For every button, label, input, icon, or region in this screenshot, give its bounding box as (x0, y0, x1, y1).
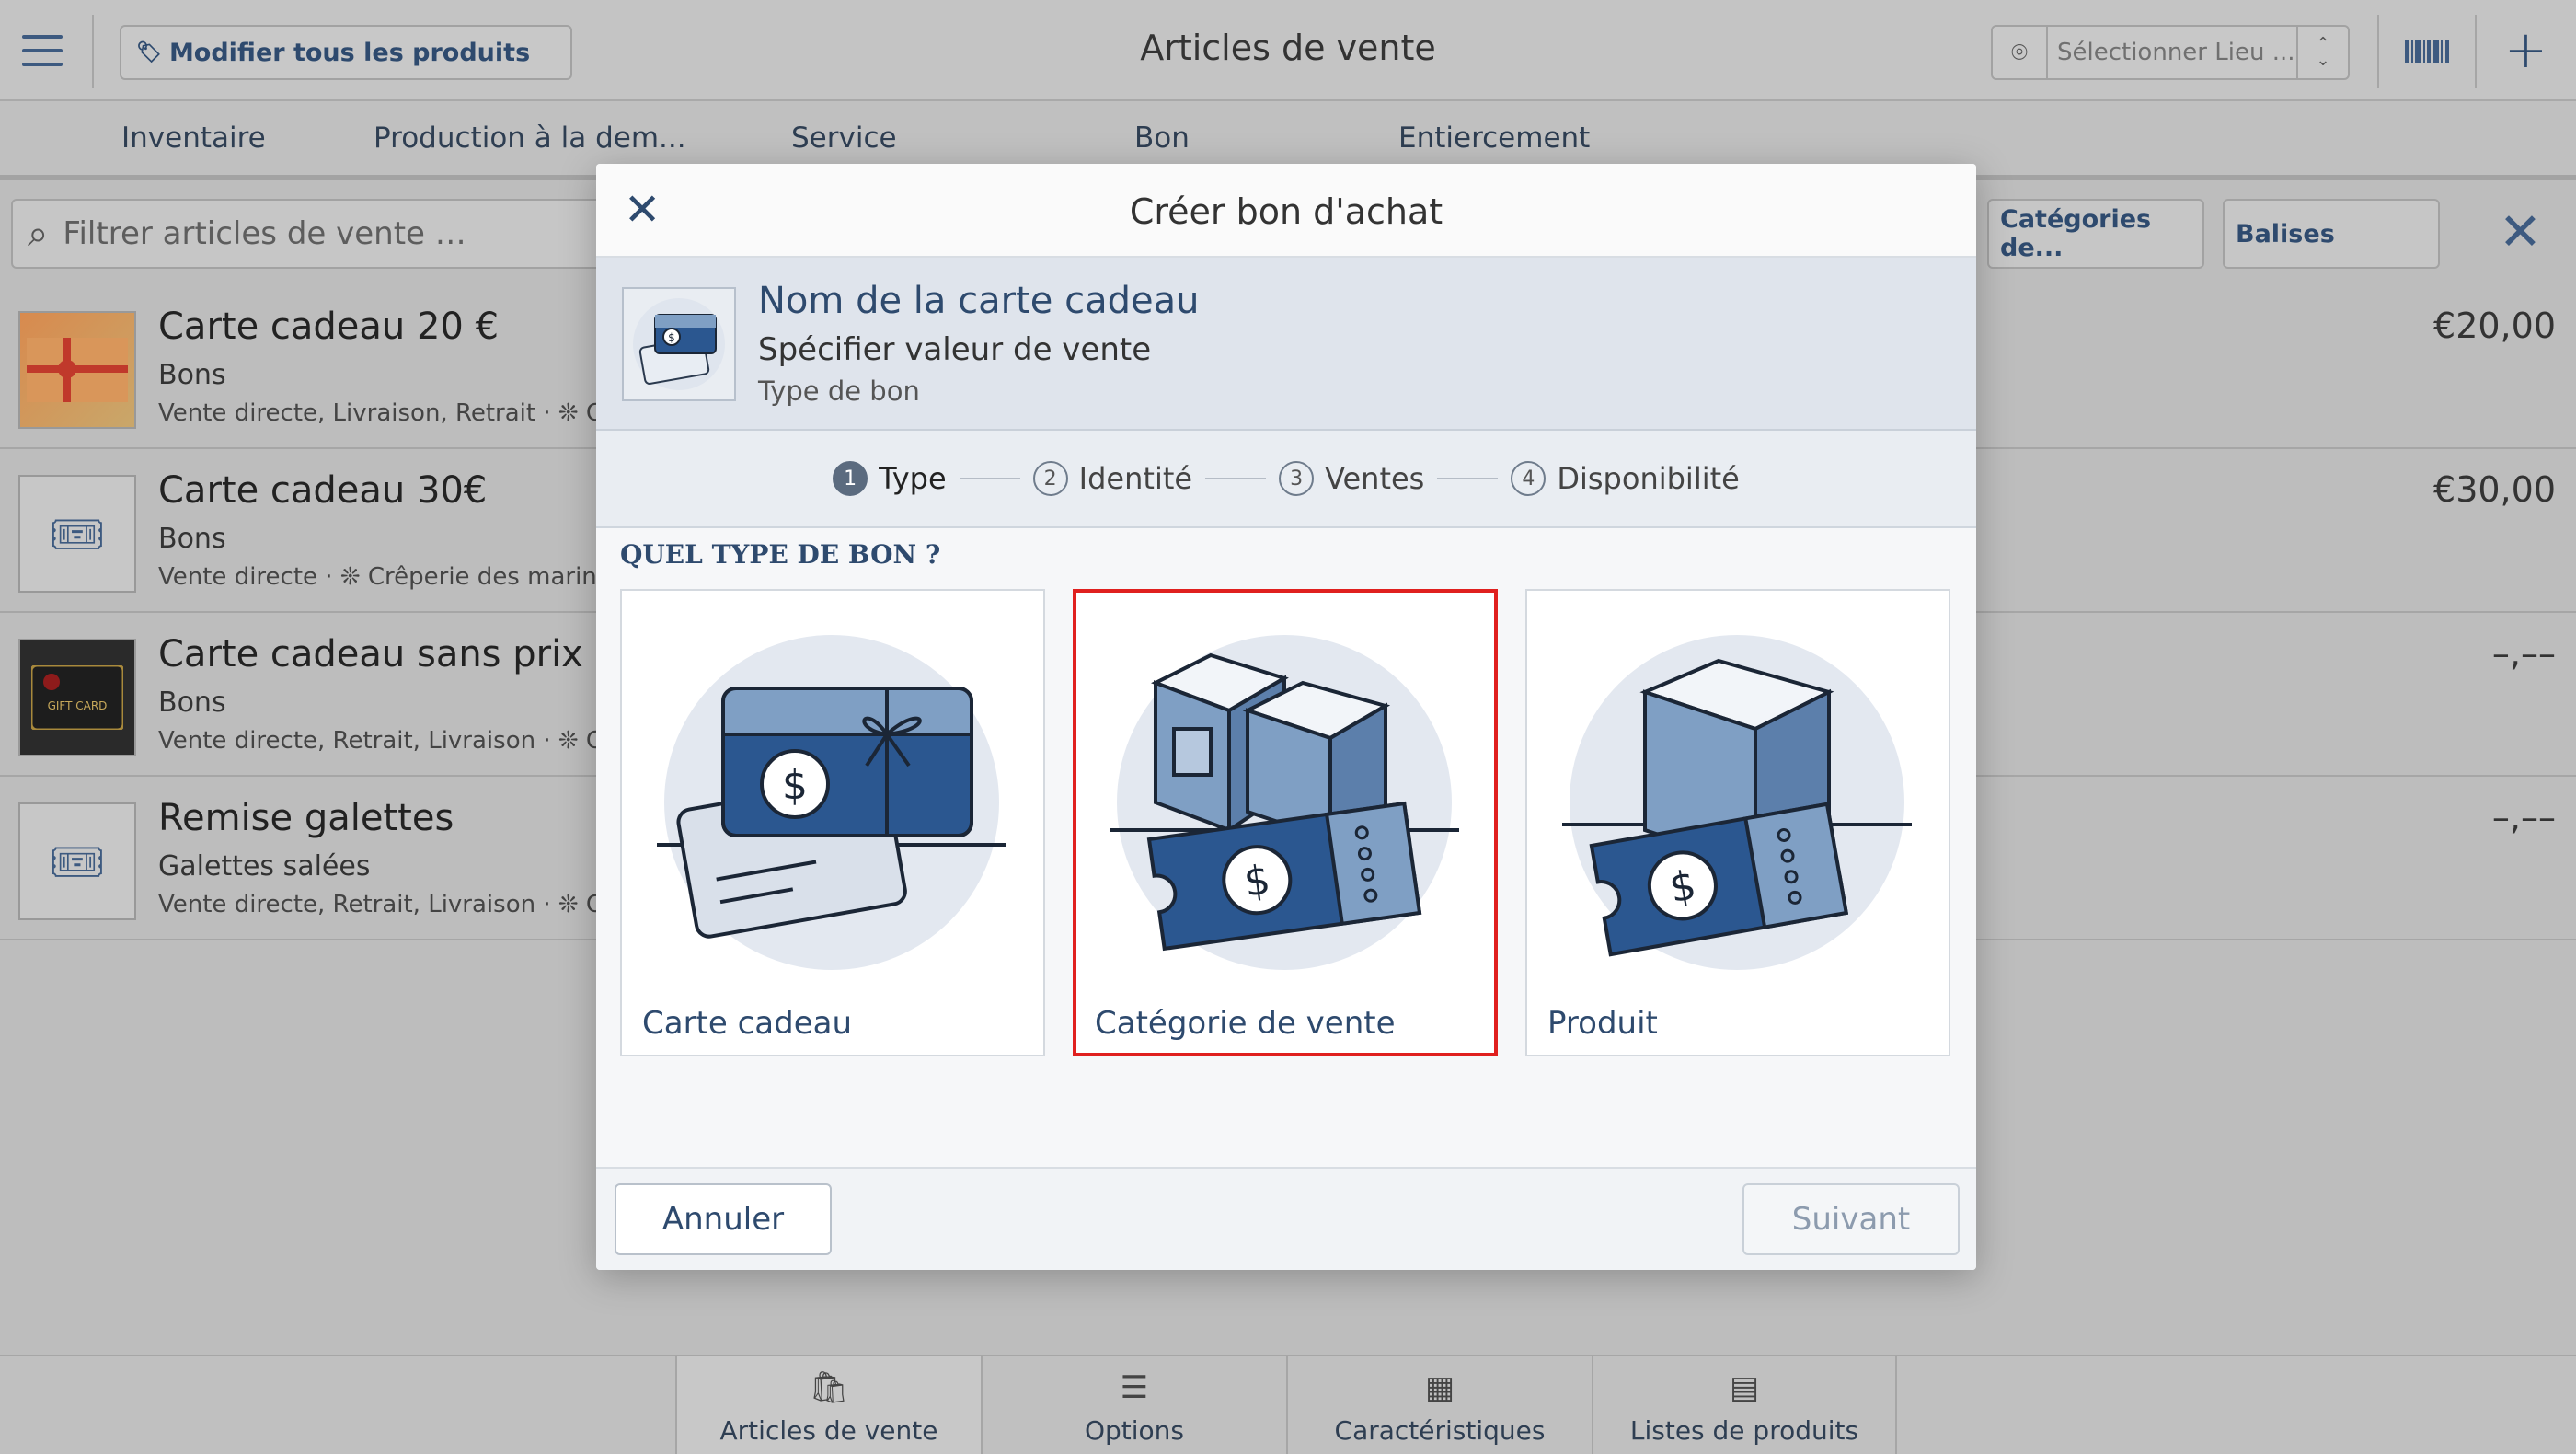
step-connector (959, 478, 1020, 479)
cancel-button[interactable]: Annuler (615, 1183, 832, 1255)
divider (2475, 15, 2477, 88)
product-illustration-icon: $ (1562, 628, 1912, 977)
filter-placeholder: Filtrer articles de vente … (63, 215, 466, 252)
step-connector (1437, 478, 1499, 479)
sales-items-icon: 🛍 (809, 1369, 849, 1406)
nav-label: Options (1084, 1415, 1185, 1446)
wizard-steps: 1 Type 2 Identité 3 Ventes 4 Disponibili… (596, 431, 1976, 528)
create-voucher-dialog: ✕ Créer bon d'achat $ Nom de la carte ca… (596, 164, 1976, 1270)
svg-text:$: $ (668, 331, 675, 344)
boxes-icon: ▦ (1424, 1369, 1455, 1406)
step-identite: 2 Identité (1032, 461, 1193, 496)
next-button[interactable]: Suivant (1742, 1183, 1960, 1255)
location-placeholder: Sélectionner Lieu ...... (2057, 39, 2296, 66)
tab-entiercement[interactable]: Entiercement (1398, 121, 1590, 155)
option-sales-category[interactable]: $ Catégorie de vente (1073, 589, 1498, 1056)
nav-listes-de-produits[interactable]: ▤ Listes de produits (1592, 1356, 1897, 1454)
top-bar: 🏷 Modifier tous les produits Articles de… (0, 0, 2576, 101)
clear-filter-icon[interactable]: ✕ (2499, 202, 2542, 262)
divider (2377, 15, 2379, 88)
tab-production[interactable]: Production à la dem... (374, 121, 686, 155)
item-category: Bons (158, 523, 226, 555)
voucher-summary: $ Nom de la carte cadeau Spécifier valeu… (596, 258, 1976, 431)
item-meta: Vente directe, Retrait, Livraison · ❊ Cr (158, 727, 600, 755)
option-product[interactable]: $ Produit (1525, 589, 1950, 1056)
card-name: Nom de la carte cadeau (758, 280, 1200, 322)
nav-label: Caractéristiques (1334, 1415, 1546, 1446)
option-gift-card[interactable]: $ Carte cadeau (620, 589, 1045, 1056)
nav-caracteristiques[interactable]: ▦ Caractéristiques (1286, 1356, 1592, 1454)
edit-all-label: Modifier tous les produits (168, 38, 531, 67)
sale-value-label: Spécifier valeur de vente (758, 331, 1152, 368)
product-list-icon: ▤ (1729, 1369, 1760, 1406)
dialog-footer: Annuler Suivant (596, 1167, 1976, 1270)
item-category: Bons (158, 687, 226, 719)
tab-inventaire[interactable]: Inventaire (121, 121, 266, 155)
step-label: Disponibilité (1557, 461, 1740, 496)
svg-text:$: $ (782, 762, 808, 809)
nav-options[interactable]: ☰ Options (981, 1356, 1286, 1454)
barcode-icon[interactable] (2405, 31, 2449, 72)
item-meta: Vente directe · ❊ Crêperie des marins (158, 563, 600, 591)
step-label: Type (879, 461, 947, 496)
item-name: Carte cadeau 20 € (158, 306, 500, 348)
svg-text:GIFT CARD: GIFT CARD (48, 699, 108, 712)
step-number: 4 (1511, 461, 1547, 496)
categories-filter-chip[interactable]: Catégories de... (1987, 199, 2204, 269)
nav-label: Listes de produits (1629, 1415, 1859, 1446)
option-label: Catégorie de vente (1095, 1005, 1396, 1042)
step-type: 1 Type (833, 461, 947, 496)
item-meta: Vente directe, Livraison, Retrait · ❊ Cr (158, 399, 600, 427)
item-price: €30,00 (2433, 469, 2556, 510)
bottom-nav: 🛍 Articles de vente ☰ Options ▦ Caractér… (0, 1355, 2576, 1454)
location-pin-icon: ⌾ (1993, 27, 2048, 78)
voucher-type-question: QUEL TYPE DE BON ? (620, 539, 941, 570)
gift-card-thumbnail (18, 311, 136, 429)
step-number: 1 (833, 461, 868, 496)
gift-card-illustration-icon: $ (657, 628, 1006, 977)
search-icon: ⌕ (28, 213, 49, 255)
step-connector (1205, 478, 1267, 479)
location-select[interactable]: ⌾ Sélectionner Lieu ...... ⌃ ⌄ (1991, 25, 2350, 80)
filter-input[interactable]: ⌕ Filtrer articles de vente … (11, 199, 618, 269)
nav-articles-de-vente[interactable]: 🛍 Articles de vente (675, 1356, 981, 1454)
step-label: Identité (1078, 461, 1193, 496)
sales-category-illustration-icon: $ (1110, 628, 1459, 977)
tags-filter-chip[interactable]: Balises (2223, 199, 2440, 269)
voucher-icon: 🎟 (18, 475, 136, 593)
item-price: –,–– (2491, 633, 2556, 674)
option-label: Carte cadeau (642, 1005, 853, 1042)
item-price: –,–– (2491, 797, 2556, 837)
dialog-header: ✕ Créer bon d'achat (596, 164, 1976, 258)
gift-card-avatar-icon: $ (622, 287, 736, 401)
option-label: Produit (1547, 1005, 1658, 1042)
chevron-updown-icon: ⌃ ⌄ (2296, 27, 2348, 78)
step-number: 2 (1032, 461, 1068, 496)
divider (92, 15, 94, 88)
step-ventes: 3 Ventes (1279, 461, 1424, 496)
item-price: €20,00 (2433, 306, 2556, 346)
tab-service[interactable]: Service (791, 121, 897, 155)
item-name: Carte cadeau 30€ (158, 469, 488, 512)
edit-all-products-button[interactable]: 🏷 Modifier tous les produits (120, 25, 572, 80)
item-name: Remise galettes (158, 797, 454, 839)
step-disponibilite: 4 Disponibilité (1511, 461, 1740, 496)
voucher-type-label: Type de bon (758, 375, 920, 407)
sliders-icon: ☰ (1120, 1369, 1149, 1406)
step-number: 3 (1279, 461, 1315, 496)
tag-icon: 🏷 (136, 40, 162, 64)
item-category: Bons (158, 359, 226, 391)
item-name: Carte cadeau sans prix (158, 633, 583, 675)
dialog-title: Créer bon d'achat (1129, 191, 1443, 232)
gift-card-thumbnail: GIFT CARD (18, 639, 136, 756)
add-icon[interactable]: + (2504, 20, 2547, 80)
voucher-icon: 🎟 (18, 802, 136, 920)
step-label: Ventes (1325, 461, 1425, 496)
tab-bon[interactable]: Bon (1134, 121, 1190, 155)
menu-icon[interactable] (22, 35, 63, 66)
page-title: Articles de vente (1140, 28, 1436, 68)
item-meta: Vente directe, Retrait, Livraison · ❊ Cr (158, 891, 600, 918)
item-category: Galettes salées (158, 850, 371, 883)
nav-label: Articles de vente (719, 1415, 938, 1446)
